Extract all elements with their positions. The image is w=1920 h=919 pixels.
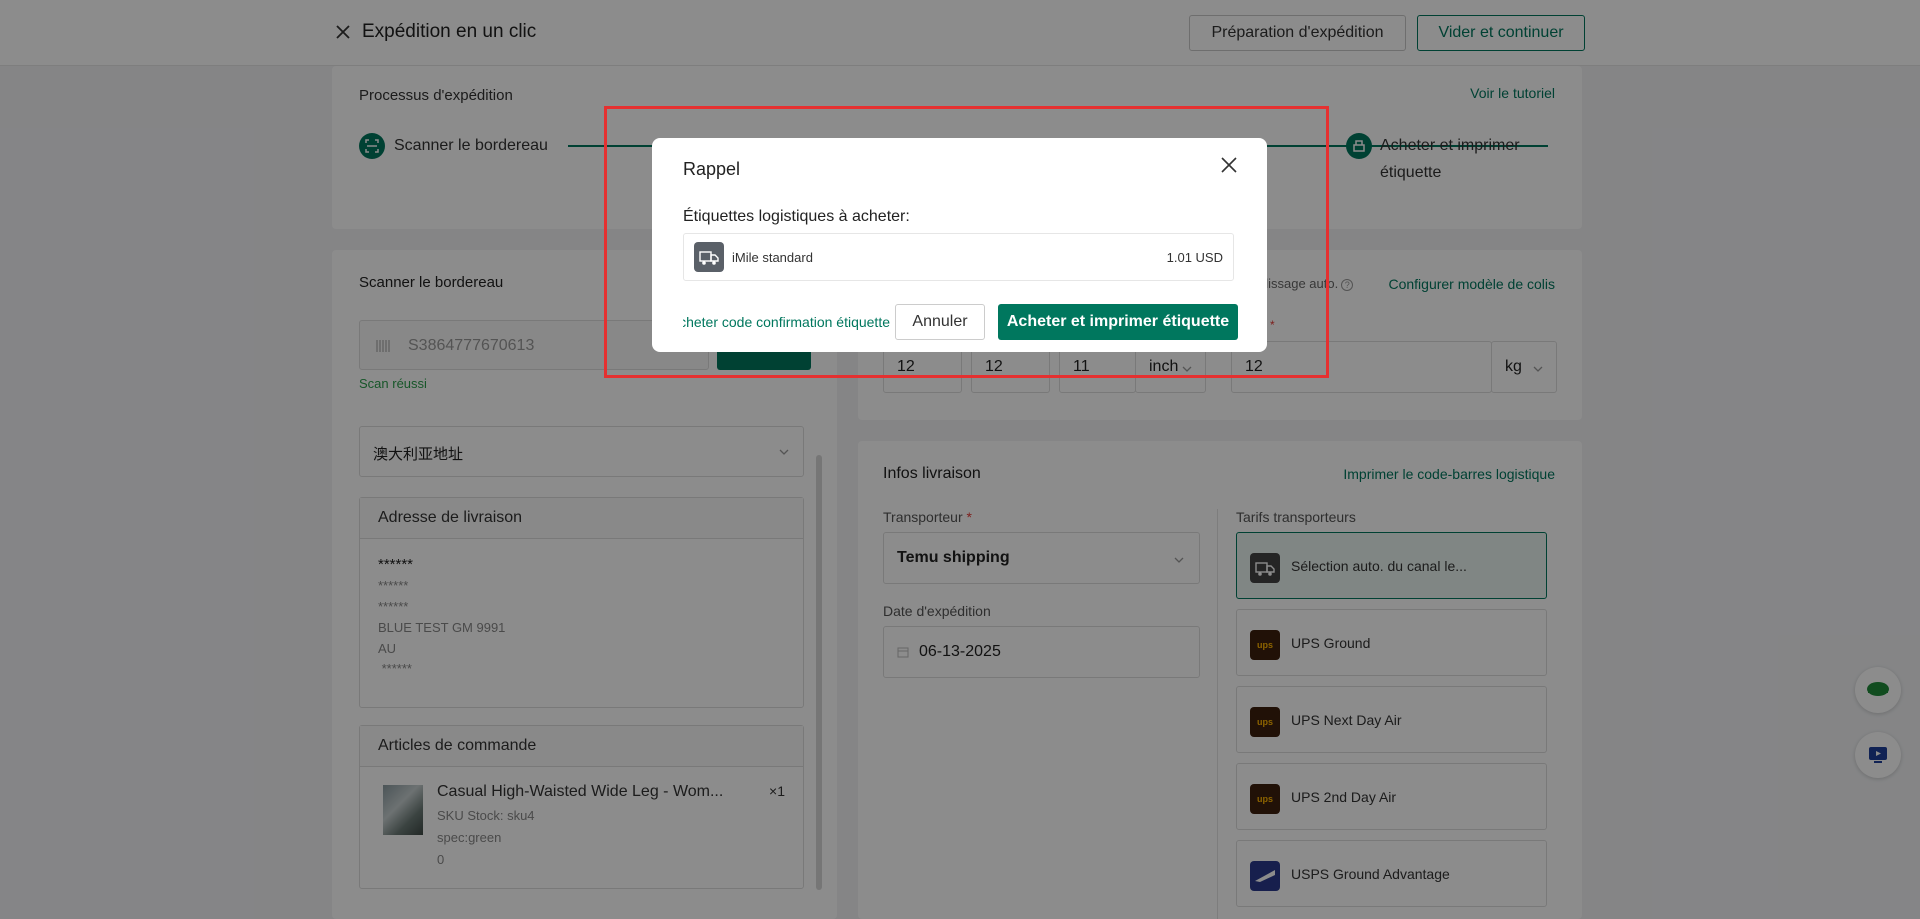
- highlight-box: [604, 106, 1329, 378]
